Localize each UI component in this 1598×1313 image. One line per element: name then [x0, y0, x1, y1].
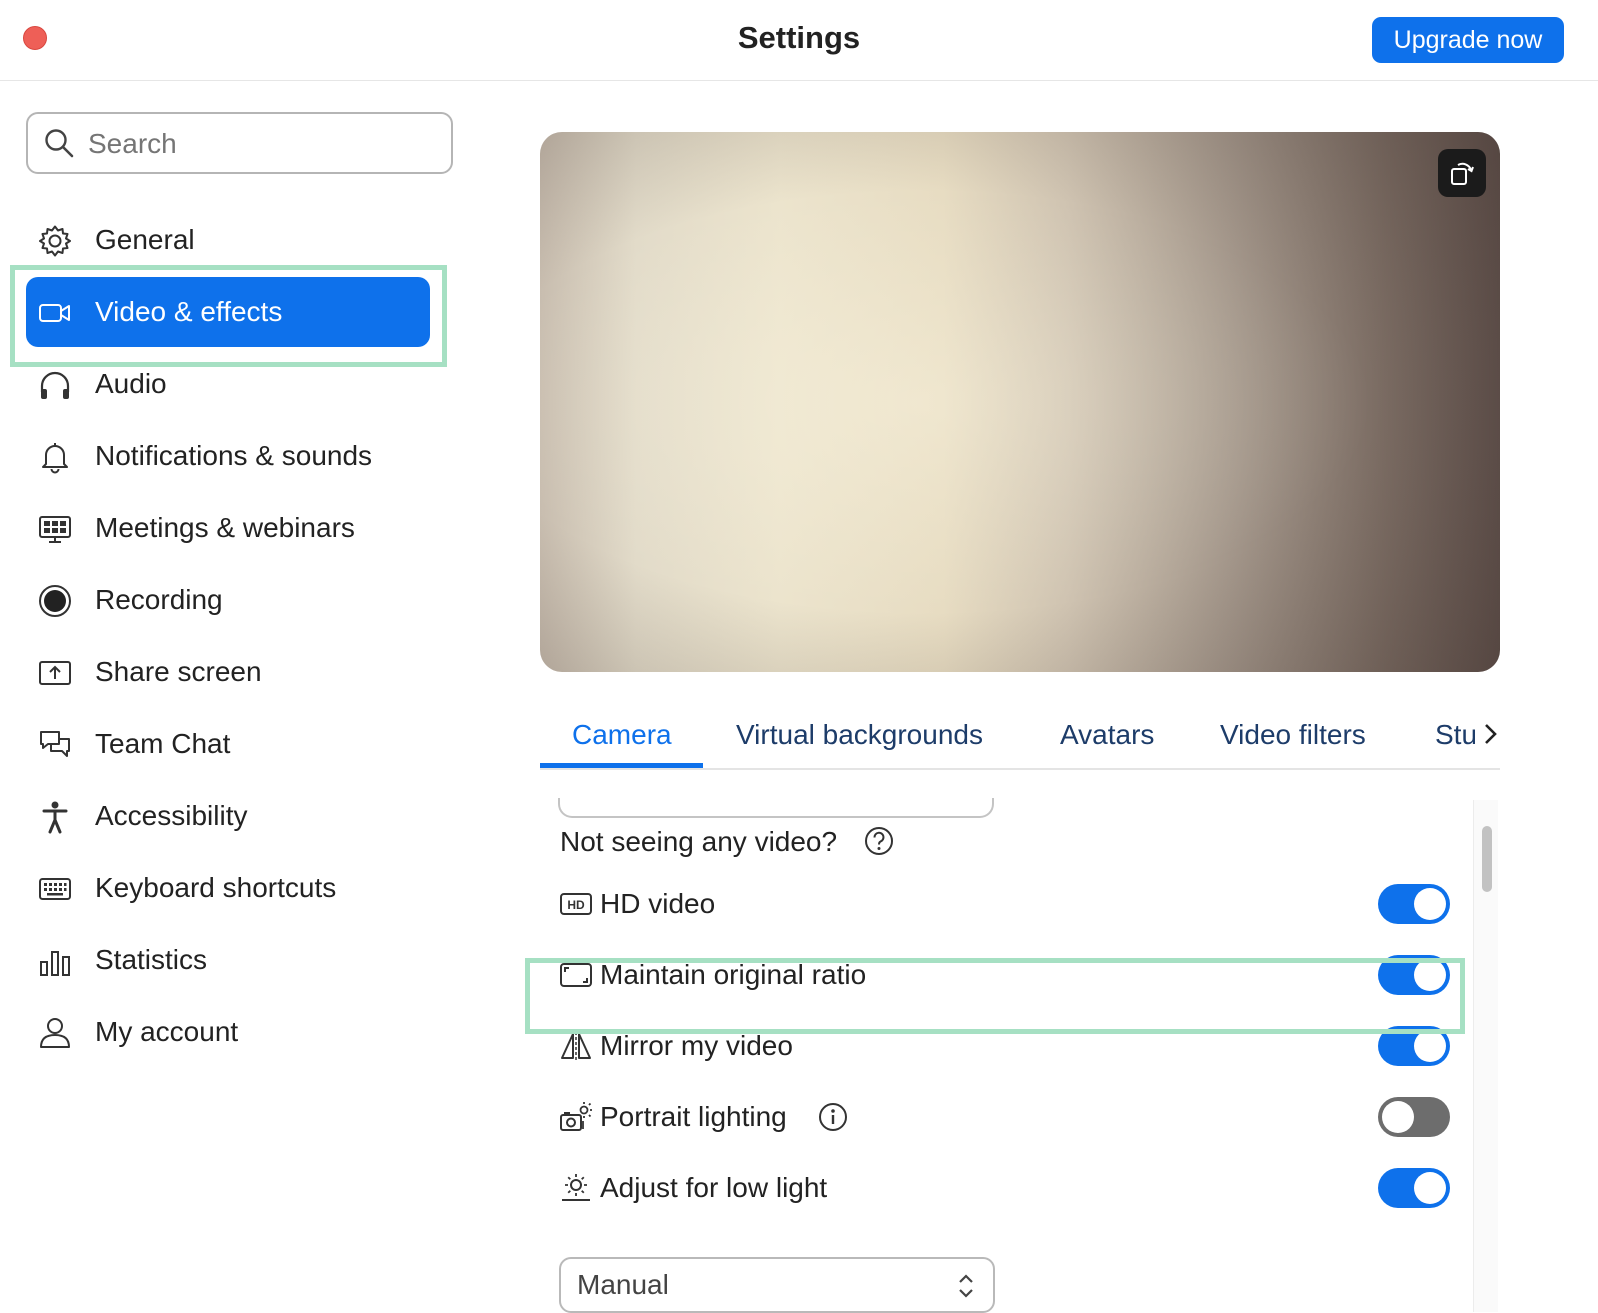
sidebar-item-notifications[interactable]: Notifications & sounds: [26, 421, 430, 491]
help-icon[interactable]: [864, 826, 894, 856]
portrait-lighting-icon: [560, 1102, 592, 1131]
chevron-right-icon[interactable]: [1480, 722, 1500, 746]
tab-studio-effects[interactable]: Stu: [1435, 702, 1475, 766]
toggle-knob: [1382, 1101, 1414, 1133]
sidebar-item-accessibility[interactable]: Accessibility: [26, 781, 430, 851]
share-screen-icon: [39, 661, 71, 685]
toggle-knob: [1414, 1172, 1446, 1204]
option-label: Adjust for low light: [600, 1172, 828, 1203]
option-hd-video: HD HD video: [540, 868, 1460, 940]
sidebar-item-label: Keyboard shortcuts: [95, 872, 337, 903]
preview-shading: [540, 132, 1500, 672]
sidebar-item-label: My account: [95, 1016, 239, 1047]
sidebar-item-meetings[interactable]: Meetings & webinars: [26, 493, 430, 563]
tab-camera[interactable]: Camera: [572, 702, 672, 766]
sidebar-item-my-account[interactable]: My account: [26, 997, 430, 1067]
headphones-icon: [40, 371, 70, 399]
hd-video-toggle[interactable]: [1378, 884, 1450, 924]
toggle-knob: [1414, 888, 1446, 920]
sidebar-item-label: Team Chat: [95, 728, 231, 759]
sidebar-item-label: Accessibility: [95, 800, 248, 831]
account-icon: [40, 1018, 70, 1048]
sidebar-item-keyboard-shortcuts[interactable]: Keyboard shortcuts: [26, 853, 430, 923]
active-tab-indicator: [540, 763, 703, 768]
low-light-toggle[interactable]: [1378, 1168, 1450, 1208]
search-input[interactable]: [86, 120, 440, 168]
tab-virtual-backgrounds[interactable]: Virtual backgrounds: [736, 702, 983, 766]
option-label: HD video: [600, 888, 716, 919]
camera-settings: Not seeing any video? HD HD video Mainta…: [520, 798, 1480, 1312]
record-icon: [39, 585, 71, 617]
video-tabs: Camera Virtual backgrounds Avatars Video…: [540, 702, 1500, 770]
not-seeing-video-label: Not seeing any video?: [560, 826, 838, 857]
sidebar-item-share-screen[interactable]: Share screen: [26, 637, 430, 707]
sidebar-item-label: Statistics: [95, 944, 208, 975]
tab-video-filters[interactable]: Video filters: [1220, 702, 1366, 766]
select-value: Manual: [577, 1269, 669, 1300]
sidebar-item-statistics[interactable]: Statistics: [26, 925, 430, 995]
info-icon[interactable]: [818, 1102, 848, 1132]
portrait-lighting-toggle[interactable]: [1378, 1097, 1450, 1137]
gear-icon: [39, 225, 71, 257]
toggle-knob: [1414, 1030, 1446, 1062]
camera-select-field[interactable]: [558, 798, 994, 818]
hd-icon: HD: [560, 893, 592, 915]
search-icon: [45, 129, 74, 158]
sidebar-item-label: Recording: [95, 584, 223, 615]
sidebar-item-label: Notifications & sounds: [95, 440, 373, 471]
title-bar: Settings Upgrade now: [0, 0, 1598, 81]
selection-highlight: [525, 958, 1465, 1034]
chevron-updown-icon: [959, 1274, 973, 1298]
search-box[interactable]: [26, 112, 453, 174]
selection-highlight: [10, 265, 447, 367]
meetings-icon: [39, 516, 71, 543]
window-title: Settings: [737, 20, 861, 55]
sidebar-item-label: Meetings & webinars: [95, 512, 355, 543]
scrollbar-thumb[interactable]: [1482, 826, 1492, 892]
low-light-mode-select[interactable]: Manual: [559, 1257, 995, 1313]
option-label: Portrait lighting: [600, 1101, 787, 1132]
keyboard-icon: [39, 878, 71, 900]
statistics-icon: [40, 951, 70, 976]
video-preview: [540, 132, 1500, 672]
svg-text:HD: HD: [567, 898, 585, 912]
option-portrait-lighting: Portrait lighting: [540, 1081, 1460, 1153]
mirror-icon: [561, 1032, 591, 1060]
rotate-camera-button[interactable]: [1438, 149, 1486, 197]
chat-icon: [40, 731, 70, 757]
accessibility-icon: [42, 801, 68, 834]
tab-avatars[interactable]: Avatars: [1060, 702, 1154, 766]
tab-overflow: Stu: [1435, 702, 1475, 766]
upgrade-now-button[interactable]: Upgrade now: [1372, 17, 1564, 63]
rotate-icon: [1451, 162, 1474, 185]
bell-icon: [42, 443, 68, 474]
sidebar-item-recording[interactable]: Recording: [26, 565, 430, 635]
sidebar-item-label: Share screen: [95, 656, 262, 687]
low-light-icon: [562, 1174, 590, 1201]
sidebar-item-team-chat[interactable]: Team Chat: [26, 709, 430, 779]
option-low-light: Adjust for low light: [540, 1152, 1460, 1224]
